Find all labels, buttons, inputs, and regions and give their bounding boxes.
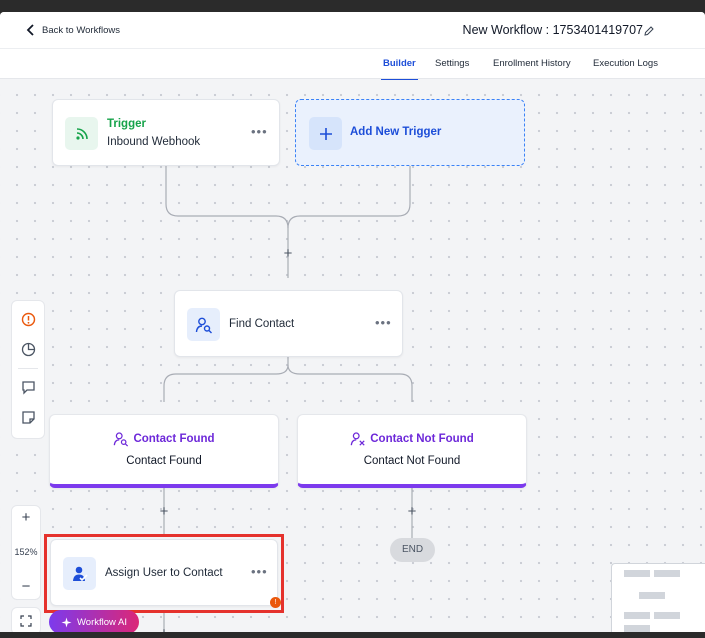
zoom-level: 152%: [14, 547, 38, 557]
workflow-title[interactable]: New Workflow : 1753401419707: [463, 23, 643, 37]
branch-contact-found-subtitle: Contact Found: [126, 455, 202, 467]
find-contact-menu-icon[interactable]: •••: [375, 315, 392, 330]
top-bar: Back to Workflows New Workflow : 1753401…: [0, 12, 705, 49]
comment-icon[interactable]: [20, 379, 37, 396]
pencil-icon[interactable]: [643, 25, 655, 37]
branch-contact-found[interactable]: Contact Found Contact Found: [49, 414, 279, 488]
zoom-out-button[interactable]: −: [12, 578, 40, 595]
workflow-canvas[interactable]: Trigger Inbound Webhook ••• Add New Trig…: [0, 80, 705, 632]
selection-highlight: [44, 534, 284, 613]
branch-contact-found-title: Contact Found: [133, 433, 215, 445]
user-search-icon: [114, 432, 129, 447]
minimap-node: [654, 612, 680, 619]
user-search-icon: [187, 308, 220, 341]
chevron-left-icon: [26, 24, 34, 36]
webhook-icon: [65, 117, 98, 150]
trigger-subtitle: Inbound Webhook: [107, 136, 201, 148]
side-toolbar: [11, 300, 45, 439]
trigger-node[interactable]: Trigger Inbound Webhook •••: [52, 99, 280, 166]
sticky-note-icon[interactable]: [20, 409, 37, 426]
back-label: Back to Workflows: [42, 24, 120, 36]
minimap-node: [639, 592, 665, 599]
minimap-node: [624, 570, 650, 577]
tab-settings[interactable]: Settings: [435, 58, 469, 69]
trigger-menu-icon[interactable]: •••: [251, 124, 268, 139]
find-contact-node[interactable]: Find Contact •••: [174, 290, 403, 357]
workflow-ai-label: Workflow AI: [77, 616, 127, 628]
sparkle-icon: [61, 617, 72, 627]
branch-contact-not-found[interactable]: Contact Not Found Contact Not Found: [297, 414, 527, 488]
tab-builder[interactable]: Builder: [381, 58, 418, 81]
minimap-node: [654, 570, 680, 577]
user-x-icon: [350, 432, 365, 446]
back-to-workflows-link[interactable]: Back to Workflows: [26, 24, 120, 36]
zoom-in-button[interactable]: +: [12, 509, 40, 526]
minimap-node: [624, 625, 650, 632]
add-step-button-not-found[interactable]: +: [405, 504, 419, 519]
branch-contact-not-found-title: Contact Not Found: [370, 433, 474, 445]
app-window: Back to Workflows New Workflow : 1753401…: [0, 12, 705, 632]
add-new-trigger-label: Add New Trigger: [350, 126, 442, 138]
end-marker: END: [390, 538, 435, 562]
zoom-controls: + 152% −: [11, 505, 41, 600]
minimap[interactable]: [611, 563, 705, 632]
workflow-ai-button[interactable]: Workflow AI: [49, 610, 139, 632]
pie-chart-icon[interactable]: [20, 341, 37, 358]
tab-bar: Builder Settings Enrollment History Exec…: [0, 49, 705, 81]
branch-contact-found-header: Contact Found: [50, 431, 278, 447]
trigger-title: Trigger: [107, 118, 146, 130]
tab-enrollment-history[interactable]: Enrollment History: [493, 58, 571, 69]
fit-view-button[interactable]: [11, 607, 41, 632]
find-contact-label: Find Contact: [229, 318, 295, 330]
add-new-trigger-button[interactable]: Add New Trigger: [295, 99, 525, 166]
add-step-button-bottom[interactable]: +: [157, 626, 171, 632]
alert-circle-icon[interactable]: [20, 311, 37, 328]
add-step-button-found[interactable]: +: [157, 504, 171, 519]
tab-execution-logs[interactable]: Execution Logs: [593, 58, 658, 69]
minimap-node: [624, 612, 650, 619]
plus-icon: [309, 117, 342, 150]
toolbar-divider: [18, 368, 38, 369]
branch-contact-not-found-header: Contact Not Found: [298, 431, 526, 447]
warning-badge: !: [270, 597, 281, 608]
expand-icon: [20, 615, 32, 627]
branch-contact-not-found-subtitle: Contact Not Found: [363, 455, 461, 467]
add-step-button[interactable]: +: [281, 246, 295, 261]
